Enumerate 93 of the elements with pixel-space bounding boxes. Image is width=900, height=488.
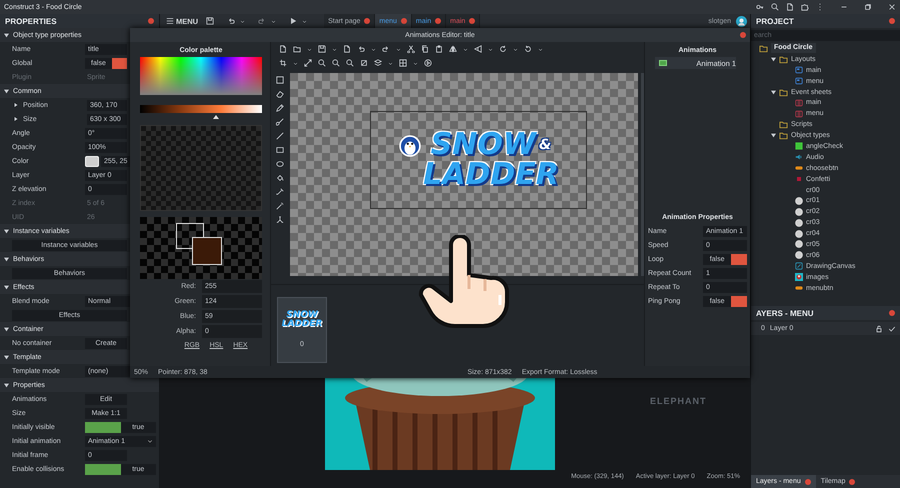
circle-icon	[795, 240, 803, 248]
triangle-icon[interactable]	[4, 88, 9, 94]
triangle-icon[interactable]	[4, 32, 9, 38]
panel-title: PROJECT	[756, 16, 794, 26]
button-sprite-icon	[795, 284, 803, 292]
logo-text: &	[538, 138, 552, 152]
flip-icon[interactable]	[449, 45, 457, 53]
panel-title: AYERS - MENU	[756, 308, 814, 318]
play-icon[interactable]	[289, 17, 298, 25]
color-swatch-drawing[interactable]	[140, 217, 262, 279]
close-dot-icon[interactable]	[148, 18, 154, 24]
save-icon[interactable]	[318, 45, 326, 53]
circle-icon	[795, 208, 803, 216]
logo-text: LADDER	[423, 160, 559, 190]
triangle-icon[interactable]	[4, 256, 9, 262]
triangle-icon[interactable]	[14, 117, 18, 121]
file-icon[interactable]	[786, 3, 794, 11]
triangle-icon[interactable]	[771, 133, 776, 138]
pencil-icon[interactable]	[276, 104, 284, 112]
line-icon[interactable]	[276, 132, 284, 140]
color-spectrum[interactable]	[140, 57, 262, 95]
logo-text: SNOW	[430, 130, 536, 160]
redo-icon[interactable]	[382, 45, 390, 53]
circle-icon	[795, 251, 803, 260]
triangle-icon[interactable]	[14, 103, 18, 107]
play-icon[interactable]	[424, 59, 432, 67]
close-icon[interactable]	[888, 3, 896, 11]
undo-icon[interactable]	[357, 45, 365, 53]
folder-icon[interactable]	[293, 45, 301, 53]
layout-icon	[795, 77, 803, 86]
circle-icon	[795, 196, 803, 205]
penguin-icon	[399, 134, 422, 156]
triangle-icon[interactable]	[771, 56, 776, 62]
event-sheet-icon	[795, 110, 803, 118]
lock-icon[interactable]	[875, 324, 883, 332]
file-icon[interactable]	[279, 45, 287, 53]
save-icon[interactable]	[206, 17, 214, 25]
folder-icon	[779, 88, 788, 96]
panel-title: PROPERTIES	[5, 16, 57, 26]
triangle-icon[interactable]	[4, 326, 9, 332]
button-sprite-icon	[795, 164, 803, 172]
avatar-icon[interactable]	[736, 16, 747, 26]
key-icon[interactable]	[756, 3, 764, 11]
close-dot-icon[interactable]	[740, 32, 746, 38]
zoom-icon[interactable]	[318, 59, 326, 67]
fill-icon[interactable]	[276, 174, 284, 182]
triangle-icon[interactable]	[771, 90, 776, 94]
triangle-icon[interactable]	[4, 382, 9, 388]
cut-icon[interactable]	[407, 45, 415, 53]
undo-icon[interactable]	[227, 17, 236, 25]
circle-icon	[795, 230, 803, 238]
speaker-icon	[795, 153, 803, 162]
brush-icon[interactable]	[276, 118, 284, 126]
color-swatch[interactable]	[85, 156, 99, 166]
resize-icon[interactable]	[304, 59, 312, 67]
caret-icon[interactable]	[147, 438, 153, 444]
slider-marker-icon[interactable]	[212, 115, 219, 119]
check-icon[interactable]	[888, 324, 896, 332]
zoom-icon[interactable]	[346, 59, 354, 67]
layers-icon[interactable]	[374, 59, 382, 67]
menu-icon	[166, 17, 174, 25]
triangle-icon[interactable]	[4, 354, 9, 360]
close-dot-icon[interactable]	[889, 18, 895, 24]
folder-icon	[779, 54, 788, 64]
event-sheet-icon	[795, 98, 803, 107]
folder-icon	[759, 44, 768, 53]
rotate-icon[interactable]	[499, 45, 507, 53]
crop-icon[interactable]	[279, 59, 287, 67]
layout-icon	[795, 66, 803, 74]
paste-icon[interactable]	[435, 45, 443, 53]
file-icon[interactable]	[343, 45, 351, 53]
grid-icon[interactable]	[399, 59, 407, 67]
select-icon[interactable]	[276, 76, 284, 84]
zoom-icon[interactable]	[332, 59, 340, 67]
puzzle-icon[interactable]	[801, 3, 809, 11]
triangle-icon[interactable]	[4, 228, 9, 234]
eyedropper-icon[interactable]	[276, 188, 284, 196]
rotate-icon[interactable]	[524, 45, 532, 53]
circle-icon	[795, 218, 803, 227]
triangle-icon[interactable]	[4, 284, 9, 290]
sprite-icon	[795, 142, 803, 150]
nodes-icon[interactable]	[276, 216, 284, 224]
rectangle-icon[interactable]	[276, 146, 284, 154]
zoom-icon[interactable]	[771, 3, 779, 11]
image-icon	[795, 273, 803, 282]
layout-text: ELEPHANT	[650, 396, 707, 406]
close-dot-icon[interactable]	[889, 310, 895, 316]
copy-icon[interactable]	[421, 45, 429, 53]
maximize-icon[interactable]	[864, 3, 872, 11]
wand-icon[interactable]	[276, 202, 284, 210]
eraser-icon[interactable]	[276, 90, 284, 98]
mirror-icon[interactable]	[474, 45, 482, 53]
canvas-icon	[795, 262, 803, 270]
